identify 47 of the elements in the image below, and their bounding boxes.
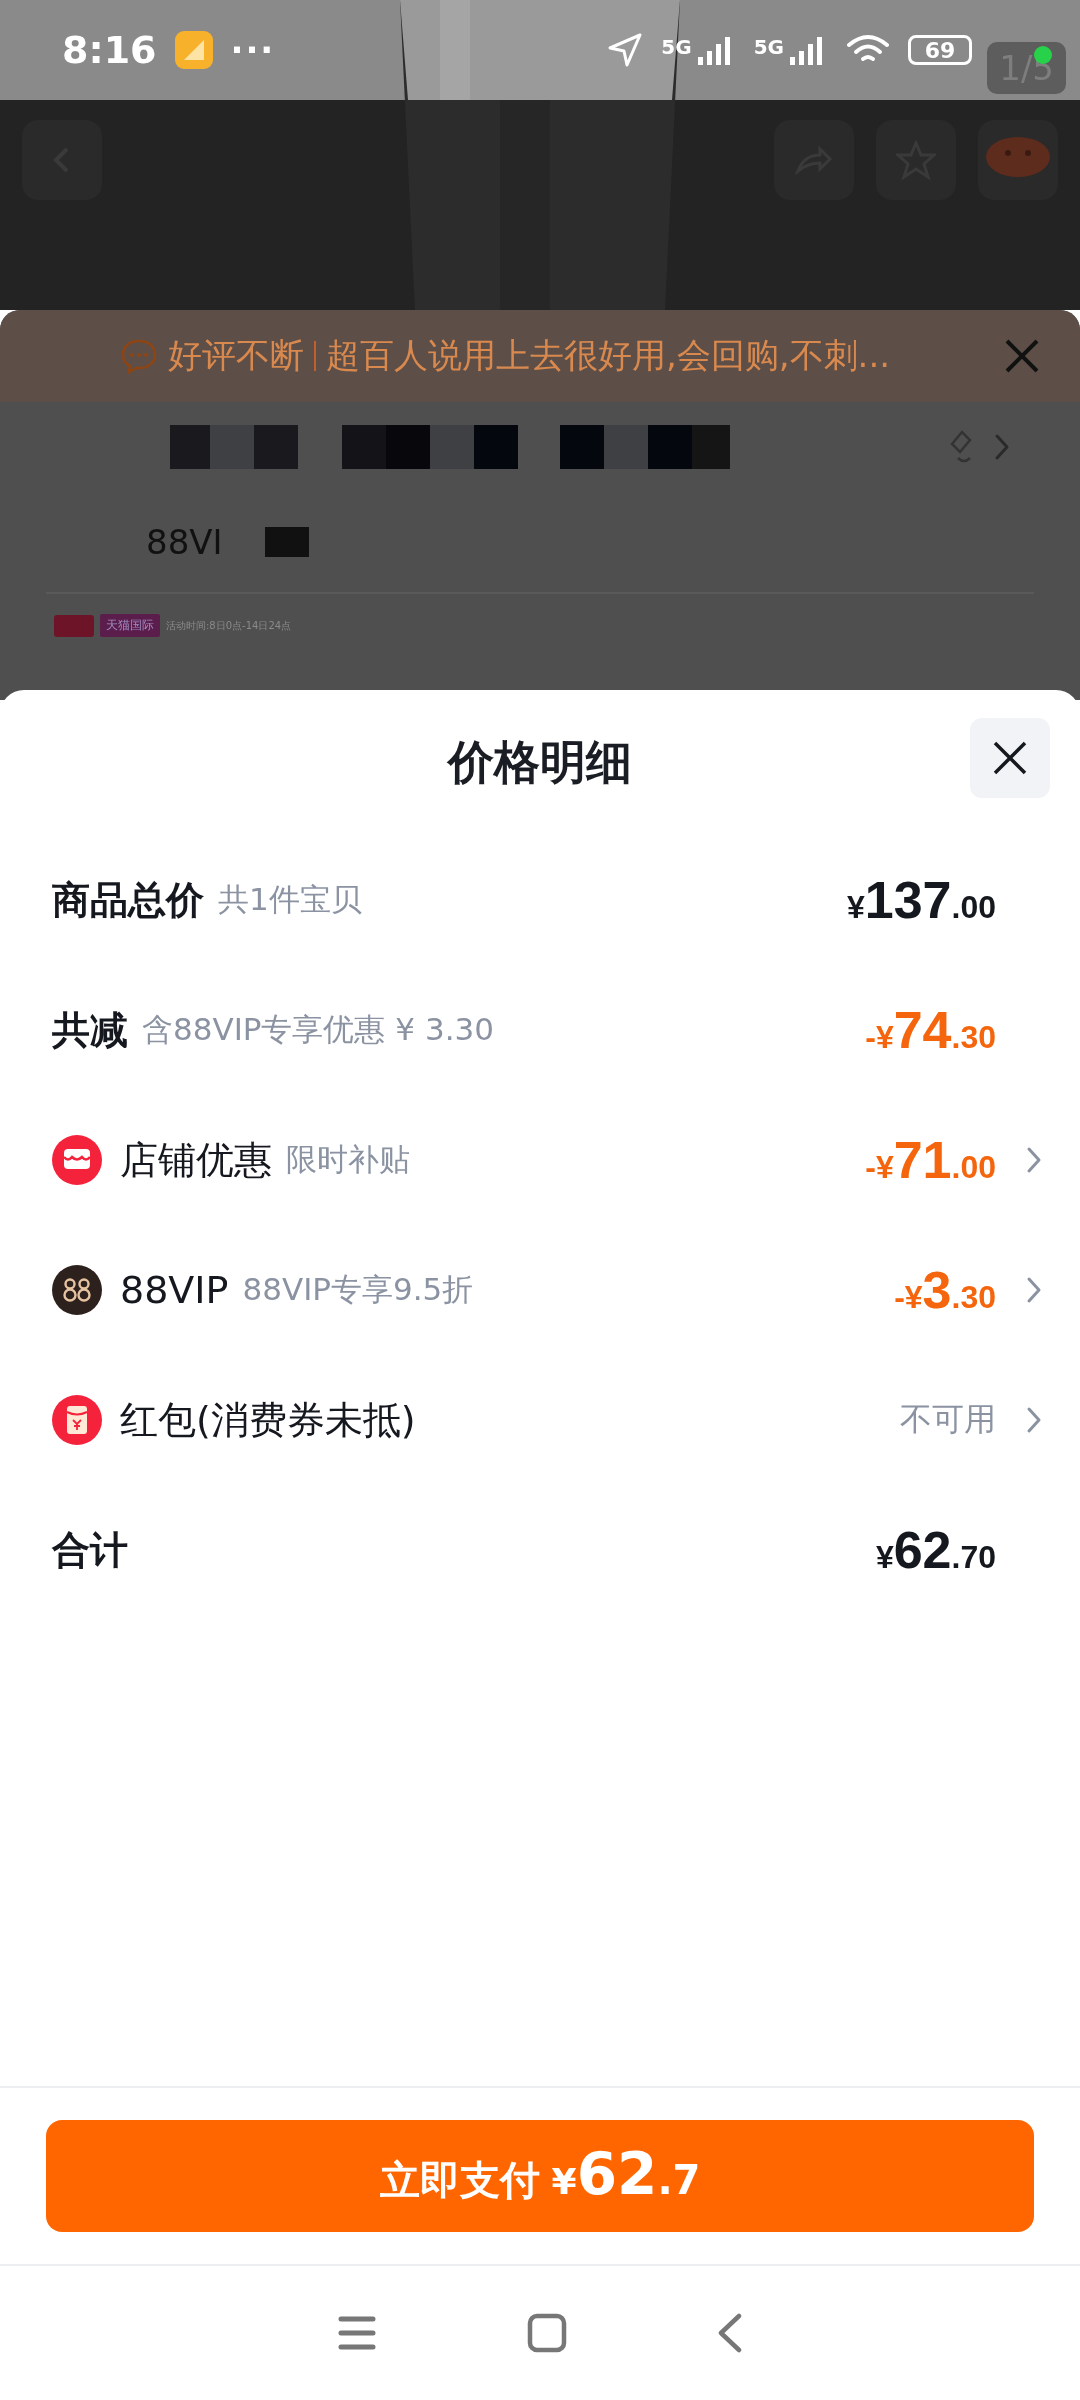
- row-label: 88VIP: [120, 1268, 229, 1312]
- battery-level: 69: [908, 35, 972, 65]
- pay-button[interactable]: 立即支付 ¥62.7: [46, 2120, 1034, 2232]
- row-label: 红包(消费券未抵): [120, 1396, 416, 1444]
- shop-icon: [52, 1135, 102, 1185]
- row-label: 共减: [52, 1006, 128, 1054]
- close-icon: [992, 740, 1028, 776]
- location-icon: [607, 32, 644, 68]
- redaction-drawing: [264, 527, 309, 557]
- price-amount: ¥137.00: [846, 870, 996, 930]
- chevron-icon: [1026, 1146, 1042, 1174]
- vip-badge-icon: [52, 1265, 102, 1315]
- row-note: 含88VIP专享优惠 ¥ 3.30: [142, 1010, 494, 1049]
- chat-button[interactable]: [978, 120, 1058, 200]
- promo-logo-icon: [54, 614, 94, 637]
- vip-text: 88VI: [146, 522, 223, 562]
- review-tag: 好评不断: [168, 333, 304, 379]
- row-note: 88VIP专享9.5折: [242, 1270, 474, 1309]
- network-type: 5G: [753, 35, 784, 59]
- menu-icon[interactable]: [337, 2315, 377, 2351]
- home-icon[interactable]: [527, 2313, 567, 2353]
- app-notification-icon: [174, 31, 213, 69]
- price-amount: -¥3.30: [894, 1260, 996, 1320]
- status-time: 8:16: [62, 28, 157, 72]
- row-label: 店铺优惠: [120, 1136, 272, 1184]
- close-button[interactable]: [970, 718, 1050, 798]
- more-notifications: ···: [230, 30, 276, 70]
- chevron-icon: [1026, 1406, 1042, 1434]
- envelope-icon: [52, 1395, 102, 1445]
- row-note: 共1件宝贝: [218, 880, 362, 919]
- row-label: 合计: [52, 1526, 128, 1574]
- favorite-button[interactable]: [876, 120, 956, 200]
- chevron-icon: [994, 433, 1010, 461]
- price-amount: ¥62.70: [875, 1520, 996, 1580]
- review-snippet: 超百人说用上去很好用,会回购,不刺...: [326, 334, 892, 377]
- back-icon[interactable]: [717, 2313, 743, 2353]
- availability-status: 不可用: [900, 1399, 996, 1440]
- price-amount: -¥74.30: [865, 1000, 996, 1060]
- row-label: 商品总价: [52, 876, 204, 924]
- row-note: 限时补贴: [286, 1140, 410, 1179]
- share-button[interactable]: [774, 120, 854, 200]
- sheet-title: 价格明细: [448, 733, 632, 791]
- chevron-icon: [1026, 1276, 1042, 1304]
- chat-bubble-icon: [120, 338, 158, 374]
- promo-tag: 天猫国际: [100, 614, 160, 637]
- close-icon[interactable]: [1004, 338, 1040, 374]
- price-amount: -¥71.00: [865, 1130, 996, 1190]
